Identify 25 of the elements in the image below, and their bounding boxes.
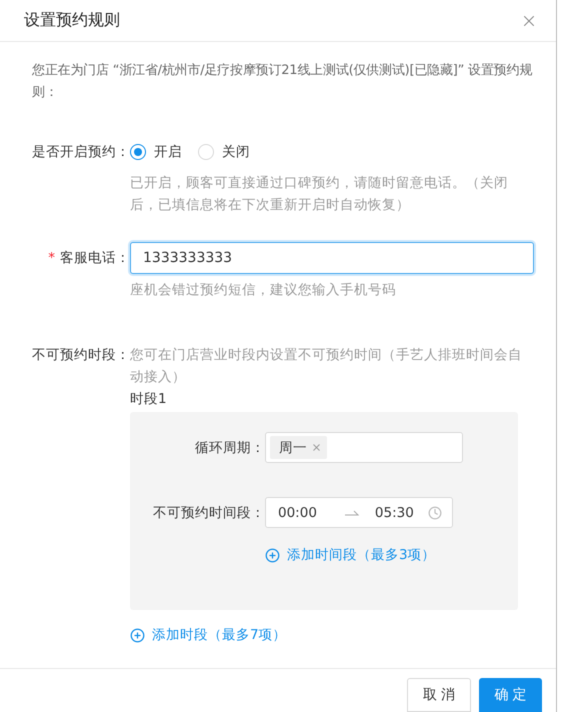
field-label: 客服电话：	[60, 249, 130, 268]
cycle-select[interactable]: 周一	[265, 432, 463, 463]
radio-option[interactable]: 关闭	[198, 143, 250, 161]
hint-text: 已开启，顾客可直接通过口碑预约，请随时留意电话。（关闭后，已填信息将在下次重新开启时自动恢复）	[130, 174, 509, 215]
field-label: 循环周期：	[194, 438, 265, 456]
plus-circle-icon	[130, 628, 145, 642]
cancel-button[interactable]: 取 消	[407, 678, 471, 712]
close-icon[interactable]	[311, 442, 322, 453]
end-time: 05:30	[374, 504, 414, 520]
field-label: 不可预约时间段：	[152, 504, 265, 522]
start-time: 00:00	[278, 504, 317, 520]
clock-icon	[428, 506, 442, 520]
radio-option[interactable]: 开启	[130, 143, 182, 161]
time-range-picker[interactable]: 00:00 05:30	[265, 497, 453, 528]
phone-input[interactable]: 1333333333	[130, 242, 534, 274]
hint-text: 座机会错过预约短信，建议您输入手机号码	[130, 281, 397, 300]
field-label: 不可预约时段：	[32, 346, 130, 365]
dialog-title: 设置预约规则	[24, 10, 120, 31]
required-mark: *	[48, 249, 55, 268]
period-title: 时段1	[130, 390, 168, 409]
intro-text: 您正在为门店 “浙江省/杭州市/足疗按摩预订21线上测试(仅供测试)[已隐藏]” 设置预约规则：	[32, 62, 534, 102]
tag-label: 周一	[279, 438, 307, 456]
hint-text: 您可在门店营业时段内设置不可预约时间（手艺人排班时间会自动接入）	[130, 346, 523, 387]
plus-circle-icon	[265, 548, 280, 562]
field-label: 是否开启预约：	[32, 143, 130, 162]
